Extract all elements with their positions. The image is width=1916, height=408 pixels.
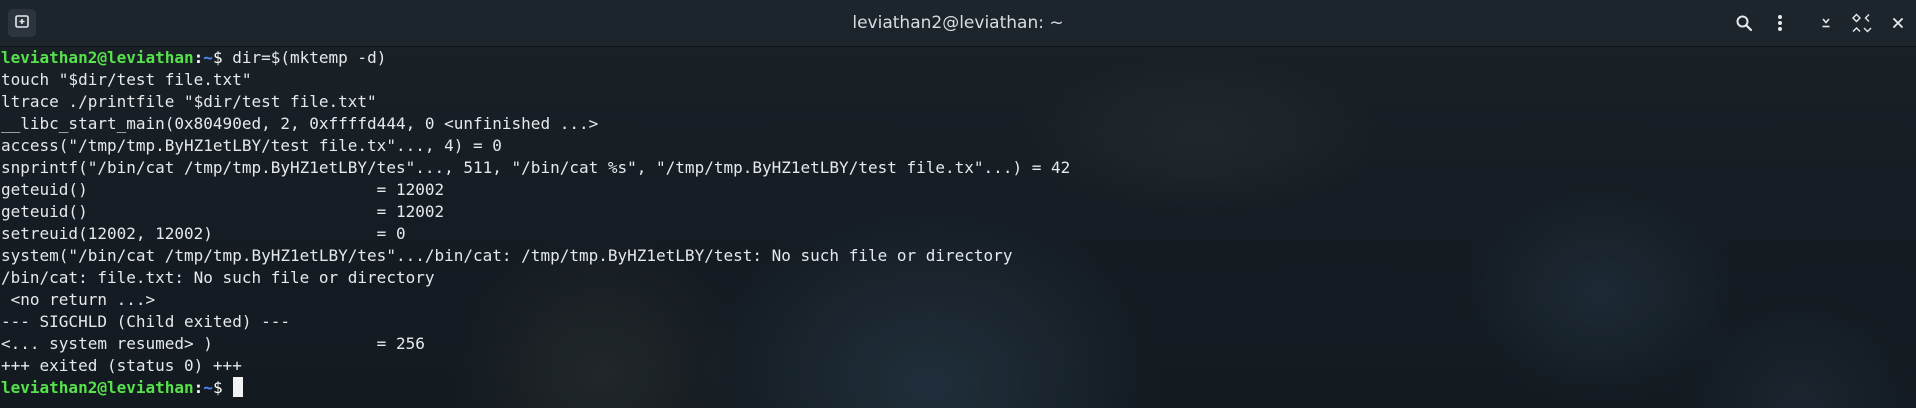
maximize-button[interactable] [1844,0,1880,46]
output-line: system("/bin/cat /tmp/tmp.ByHZ1etLBY/tes… [1,246,1013,265]
close-button[interactable] [1880,0,1916,46]
menu-button[interactable] [1762,0,1798,46]
output-line: +++ exited (status 0) +++ [1,356,242,375]
output-line: setreuid(12002, 12002) = 0 [1,224,406,243]
output-line: touch "$dir/test file.txt" [1,70,252,89]
output-line: <no return ...> [1,290,156,309]
prompt-user-host: leviathan2@leviathan [1,48,194,67]
command-text: dir=$(mktemp -d) [232,48,387,67]
active-prompt-line[interactable]: leviathan2@leviathan:~$ [0,377,1916,399]
minimize-button[interactable] [1808,0,1844,46]
prompt-path: ~ [203,378,213,397]
new-tab-button[interactable] [8,9,36,37]
new-tab-icon [14,13,30,33]
prompt-line: leviathan2@leviathan:~$ dir=$(mktemp -d) [0,47,1916,69]
output-line: geteuid() = 12002 [1,180,445,199]
prompt-symbol: $ [212,48,233,67]
terminal-output[interactable]: leviathan2@leviathan:~$ dir=$(mktemp -d)… [0,46,1916,408]
terminal-window: leviathan2@leviathan: ~ leviathan2@levia… [0,0,1916,408]
prompt-separator: : [193,378,204,397]
output-line: access("/tmp/tmp.ByHZ1etLBY/test file.tx… [1,136,502,155]
kebab-menu-icon [1777,14,1783,32]
prompt-separator: : [193,48,204,67]
title-bar-controls [1726,0,1916,46]
output-line: snprintf("/bin/cat /tmp/tmp.ByHZ1etLBY/t… [1,158,1071,177]
text-cursor [233,377,244,397]
close-icon [1892,17,1904,29]
output-line: /bin/cat: file.txt: No such file or dire… [1,268,435,287]
prompt-path: ~ [203,48,213,67]
minimize-icon [1820,17,1832,29]
window-title: leviathan2@leviathan: ~ [852,13,1064,33]
output-line: ltrace ./printfile "$dir/test file.txt" [1,92,377,111]
output-line: <... system resumed> ) = 256 [1,334,425,353]
output-line: --- SIGCHLD (Child exited) --- [1,312,290,331]
prompt-user-host: leviathan2@leviathan [1,378,194,397]
search-button[interactable] [1726,0,1762,46]
prompt-symbol: $ [212,378,233,397]
title-bar-left [8,9,36,37]
maximize-icon [1850,11,1874,35]
title-bar: leviathan2@leviathan: ~ [0,0,1916,47]
output-line: geteuid() = 12002 [1,202,445,221]
output-line: __libc_start_main(0x80490ed, 2, 0xffffd4… [1,114,599,133]
search-icon [1735,14,1753,32]
